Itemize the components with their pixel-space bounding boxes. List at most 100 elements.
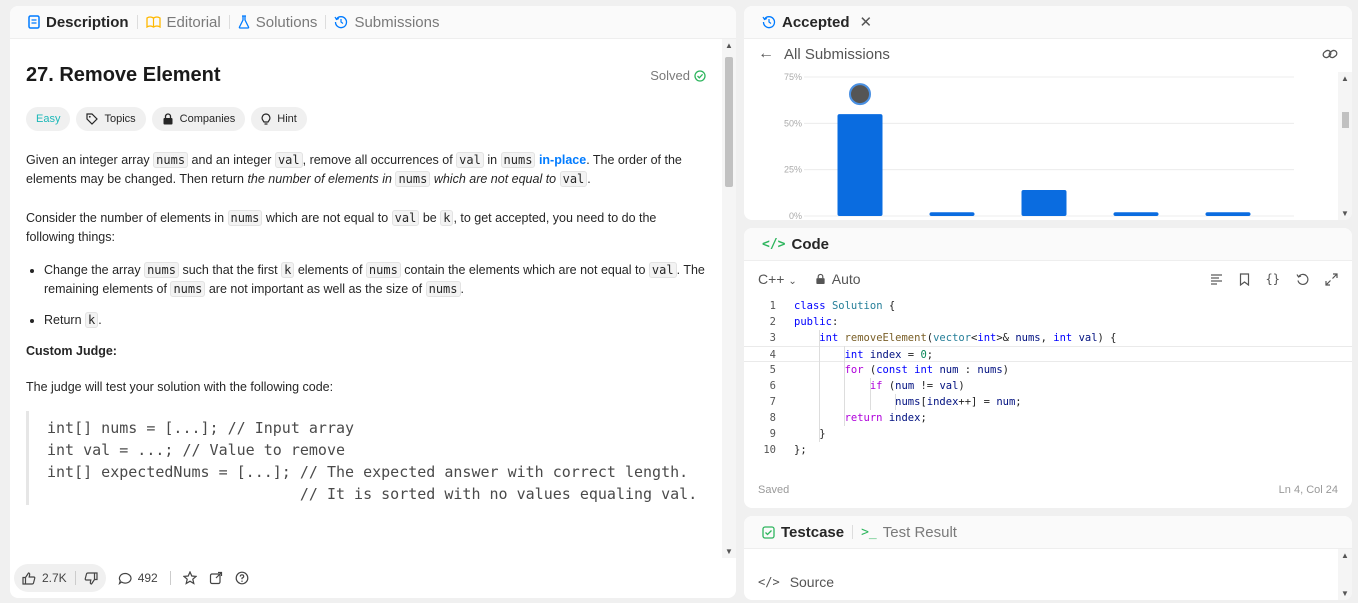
tab-testcase[interactable]: Testcase (754, 524, 852, 541)
code-line[interactable]: 10}; (744, 442, 1352, 458)
format-lines-icon[interactable] (1210, 273, 1223, 285)
inline-code: k (440, 210, 454, 226)
link-icon[interactable] (1322, 48, 1338, 60)
result-scrollbar[interactable]: ▲ ▼ (1338, 72, 1352, 220)
tab-code[interactable]: </> Code (754, 236, 837, 253)
reset-icon[interactable] (1296, 273, 1309, 286)
help-icon[interactable] (235, 571, 249, 585)
inline-code: nums (425, 281, 461, 297)
inline-code: val (456, 152, 484, 168)
close-tab-icon[interactable]: ✕ (860, 13, 873, 31)
lock-icon (162, 113, 174, 125)
line-content: if (num != val) (869, 380, 965, 392)
thumbs-down-icon[interactable] (84, 571, 98, 585)
code-line-current[interactable]: 4 int index = 0; (744, 346, 1352, 362)
distribution-bar[interactable] (929, 212, 975, 216)
line-content: int index = 0; (844, 349, 934, 361)
auto-mode[interactable]: Auto (815, 271, 861, 287)
code-line[interactable]: 1 class Solution { (744, 298, 1352, 314)
bookmark-icon[interactable] (1239, 272, 1250, 286)
code-toolbar: C++ ⌄ Auto {} (744, 261, 1352, 297)
line-number: 2 (769, 316, 776, 328)
description-icon (28, 15, 40, 29)
scroll-down-arrow[interactable]: ▼ (1341, 209, 1349, 218)
tab-accepted[interactable]: Accepted ✕ (754, 13, 880, 31)
scroll-up-arrow[interactable]: ▲ (1341, 74, 1349, 83)
indent-guide (895, 394, 896, 410)
inline-code: k (85, 312, 99, 328)
braces-icon[interactable]: {} (1266, 272, 1280, 286)
result-tabbar: Accepted ✕ (744, 6, 1352, 39)
scroll-down-arrow[interactable]: ▼ (725, 547, 733, 556)
tab-accepted-label: Accepted (782, 13, 850, 31)
list-item: Change the array nums such that the firs… (44, 261, 706, 299)
scrollbar-thumb[interactable] (1342, 112, 1349, 128)
text: . (587, 172, 591, 186)
language-select[interactable]: C++ ⌄ (758, 271, 797, 287)
line-content: int removeElement(vector<int>& nums, int… (819, 332, 1117, 344)
code-line[interactable]: 8 return index; (744, 410, 1352, 426)
source-button[interactable]: </> Source (758, 574, 834, 590)
scrollbar-thumb[interactable] (725, 57, 733, 187)
tab-test-result[interactable]: >_ Test Result (853, 524, 965, 541)
tab-solutions[interactable]: Solutions (230, 14, 326, 31)
description-content: 27. Remove Element Solved Easy Topics Co… (10, 39, 722, 558)
judge-text: The judge will test your solution with t… (26, 380, 334, 394)
star-icon[interactable] (182, 571, 197, 585)
text: Consider the number of elements in (26, 211, 228, 225)
code-line[interactable]: 3 int removeElement(vector<int>& nums, i… (744, 330, 1352, 346)
tab-submissions[interactable]: Submissions (326, 14, 447, 31)
history-icon (762, 15, 776, 29)
distribution-bar[interactable] (1205, 212, 1251, 216)
check-circle-icon (694, 69, 706, 82)
code-icon: </> (762, 236, 786, 252)
language-label: C++ (758, 271, 785, 287)
like-count: 2.7K (42, 571, 67, 585)
description-paragraph-2: Consider the number of elements in nums … (26, 209, 706, 247)
code-line[interactable]: 9 } (744, 426, 1352, 442)
cursor-position: Ln 4, Col 24 (1278, 484, 1338, 496)
code-line[interactable]: 6 if (num != val) (744, 378, 1352, 394)
scroll-down-arrow[interactable]: ▼ (1341, 589, 1349, 598)
text: Return (44, 313, 85, 327)
solved-indicator: Solved (650, 68, 706, 83)
inline-code: k (281, 262, 295, 278)
problem-title[interactable]: 27. Remove Element (26, 64, 221, 87)
difficulty-label: Easy (36, 113, 61, 125)
book-icon (145, 16, 161, 28)
topics-button[interactable]: Topics (76, 107, 146, 131)
all-submissions-link[interactable]: All Submissions (784, 46, 890, 63)
line-content: class Solution { (794, 300, 896, 312)
inline-code: val (274, 152, 303, 168)
problem-tags: Easy Topics Companies Hint (26, 107, 706, 131)
back-arrow-icon[interactable]: ← (758, 45, 774, 63)
companies-button[interactable]: Companies (151, 107, 246, 131)
code-panel: </> Code C++ ⌄ Auto {} 1 class Solution {… (744, 228, 1352, 508)
distribution-bar[interactable] (837, 114, 883, 216)
line-number: 8 (769, 412, 776, 424)
code-tabbar: </> Code (744, 228, 1352, 261)
in-place-link[interactable]: in-place (539, 153, 586, 167)
text: Change the array (44, 263, 145, 277)
line-content: nums[index++] = num; (895, 396, 1022, 408)
tab-description[interactable]: Description (20, 14, 137, 31)
testcase-scrollbar[interactable]: ▲ ▼ (1338, 549, 1352, 600)
distribution-bar[interactable] (1021, 190, 1067, 216)
code-line[interactable]: 2 public: (744, 314, 1352, 330)
distribution-bar[interactable] (1113, 212, 1159, 216)
testcase-panel: Testcase >_ Test Result </> Source ▲ ▼ (744, 516, 1352, 600)
comments-button[interactable]: 492 (118, 571, 158, 585)
scroll-up-arrow[interactable]: ▲ (725, 41, 733, 50)
lock-icon (815, 273, 826, 285)
hint-button[interactable]: Hint (251, 107, 307, 131)
share-icon[interactable] (209, 571, 223, 585)
expand-icon[interactable] (1325, 272, 1338, 286)
code-line[interactable]: 5 for (const int num : nums) (744, 362, 1352, 378)
like-button[interactable]: 2.7K (22, 571, 67, 585)
code-editor[interactable]: 1 class Solution { 2 public: 3 int removeE… (744, 298, 1352, 468)
code-line[interactable]: 7 nums[index++] = num; (744, 394, 1352, 410)
user-avatar-marker[interactable] (849, 83, 871, 106)
tab-editorial[interactable]: Editorial (138, 14, 229, 31)
description-scrollbar[interactable]: ▲ ▼ (722, 39, 736, 558)
scroll-up-arrow[interactable]: ▲ (1341, 551, 1349, 560)
